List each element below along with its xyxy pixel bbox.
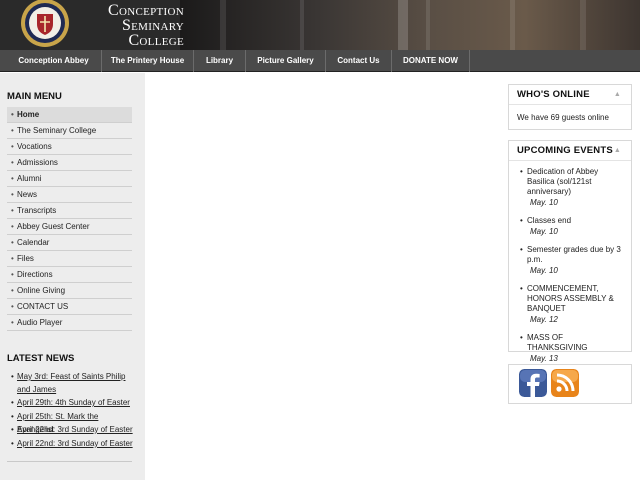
top-navigation: Conception Abbey The Printery House Libr… [0,50,640,72]
event-item[interactable]: • Semester grades due by 3 p.m. May. 10 [509,245,631,276]
nav-conception-abbey[interactable]: Conception Abbey [6,50,102,72]
event-item[interactable]: • MASS OF THANKSGIVING May. 13 [509,333,631,364]
site-header: Conception Seminary College [0,0,640,50]
whos-online-module: WHO'S ONLINE ▲ We have 69 guests online [508,84,632,130]
news-link-4th-sunday-easter[interactable]: • April 29th: 4th Sunday of Easter [7,396,135,409]
menu-item-directions[interactable]: • Directions [7,267,132,283]
upcoming-events-module: UPCOMING EVENTS ▲ • Dedication of Abbey B… [508,140,632,363]
news-link-3rd-sunday-easter[interactable]: • April 22nd: 3rd Sunday of Easter [7,423,135,436]
latest-news-heading: LATEST NEWS [7,353,75,364]
news-link-philip-james[interactable]: • May 3rd: Feast of Saints Philip and Jam… [7,370,135,396]
nav-donate-now[interactable]: DONATE NOW [392,50,470,72]
facebook-icon[interactable] [519,369,547,397]
menu-item-online-giving[interactable]: • Online Giving [7,283,132,299]
menu-item-home[interactable]: • Home [7,107,132,123]
menu-item-files[interactable]: • Files [7,251,132,267]
rss-icon[interactable] [551,369,579,397]
menu-item-seminary-college[interactable]: • The Seminary College [7,123,132,139]
event-item[interactable]: • Classes end May. 10 [509,216,631,237]
left-sidebar: MAIN MENU • Home • The Seminary College • V… [0,73,145,480]
social-links-module [508,364,632,404]
menu-item-contact-us[interactable]: • CONTACT US [7,299,132,315]
event-date: May. 10 [530,266,558,275]
header-chapel-photo [180,0,640,50]
collapse-arrow-icon[interactable]: ▲ [614,141,621,161]
nav-printery-house[interactable]: The Printery House [102,50,194,72]
menu-item-calendar[interactable]: • Calendar [7,235,132,251]
whos-online-heading: WHO'S ONLINE ▲ [509,85,631,105]
event-date: May. 10 [530,198,558,207]
event-date: May. 10 [530,227,558,236]
event-item[interactable]: • COMMENCEMENT, HONORS ASSEMBLY & BANQUET… [509,284,631,325]
menu-item-admissions[interactable]: • Admissions [7,155,132,171]
site-title[interactable]: Conception Seminary College [74,0,184,50]
nav-contact-us[interactable]: Contact Us [326,50,392,72]
menu-item-audio-player[interactable]: • Audio Player [7,315,132,331]
nav-library[interactable]: Library [194,50,246,72]
menu-item-abbey-guest-center[interactable]: • Abbey Guest Center [7,219,132,235]
collapse-arrow-icon[interactable]: ▲ [614,85,621,105]
main-menu-heading: MAIN MENU [7,91,62,102]
nav-picture-gallery[interactable]: Picture Gallery [246,50,326,72]
menu-item-alumni[interactable]: • Alumni [7,171,132,187]
menu-item-vocations[interactable]: • Vocations [7,139,132,155]
event-date: May. 13 [530,354,558,363]
sidebar-divider [7,461,132,462]
event-date: May. 12 [530,315,558,324]
event-item[interactable]: • Dedication of Abbey Basilica (sol/121st… [509,167,631,208]
menu-item-transcripts[interactable]: • Transcripts [7,203,132,219]
news-link-3rd-sunday-easter-2[interactable]: • April 22nd: 3rd Sunday of Easter [7,437,135,450]
menu-item-news[interactable]: • News [7,187,132,203]
guests-online-text: We have 69 guests online [517,113,609,122]
upcoming-events-heading: UPCOMING EVENTS ▲ [509,141,631,161]
college-seal-logo[interactable] [18,0,74,50]
